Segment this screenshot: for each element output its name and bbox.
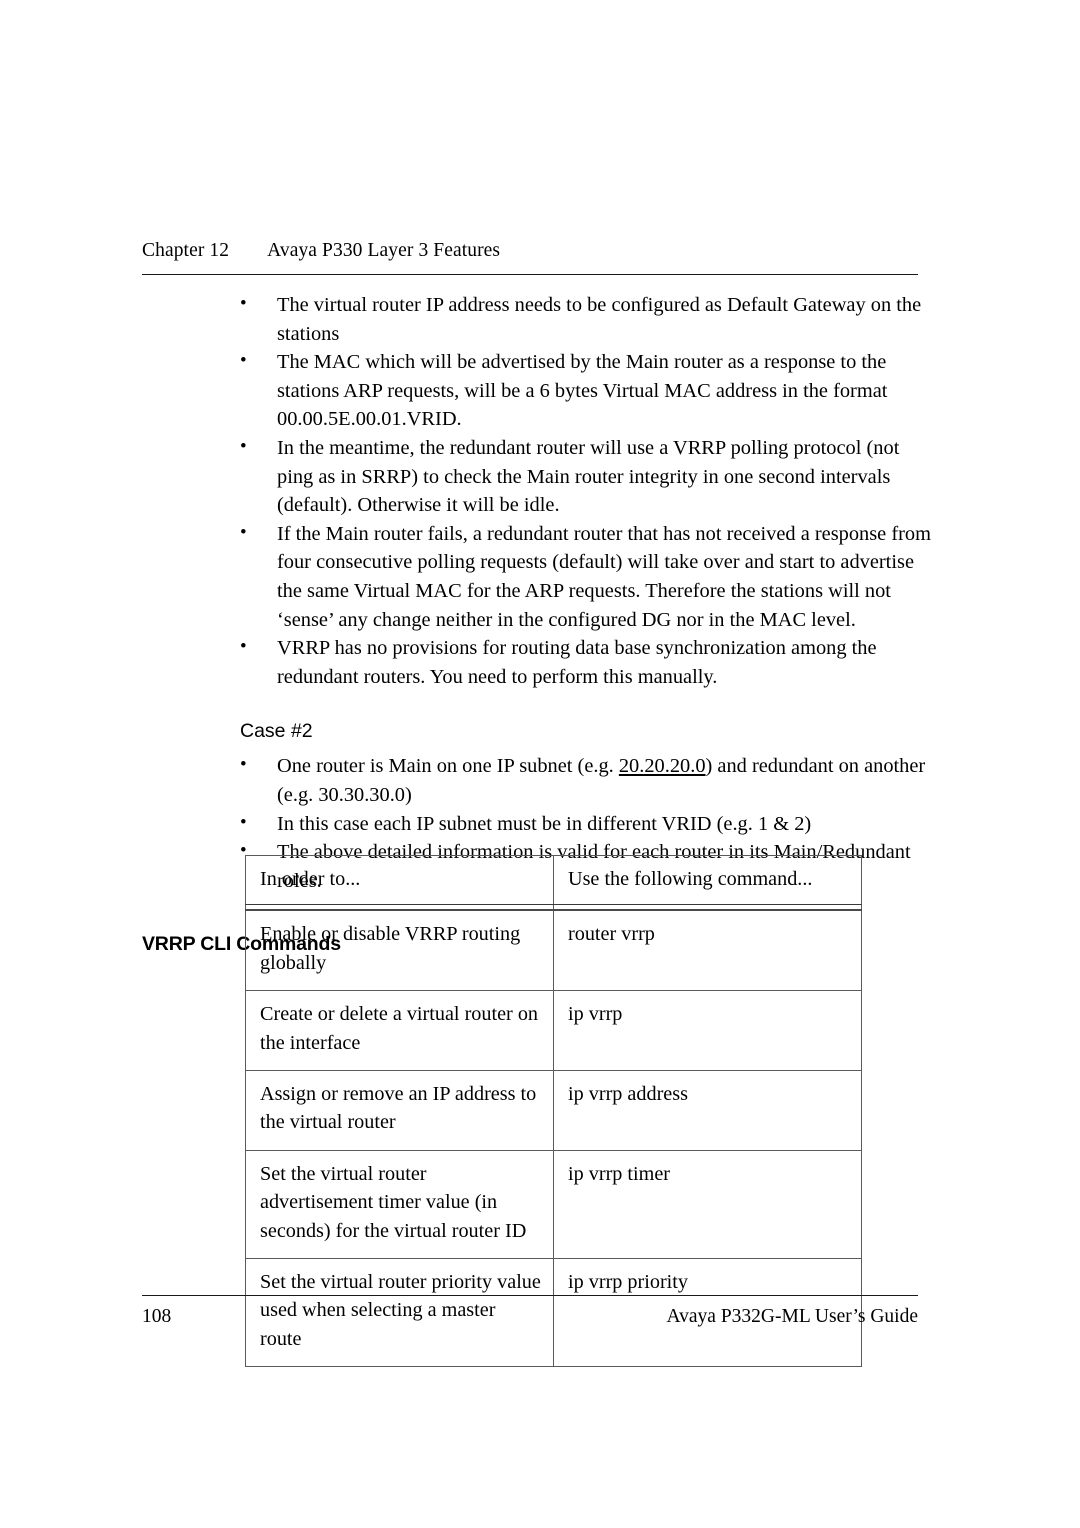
table-cell-command: ip vrrp (553, 990, 862, 1072)
table-cell-description: Create or delete a virtual router on the… (245, 990, 554, 1072)
bullet-list-primary: The virtual router IP address needs to b… (142, 290, 932, 691)
list-item: In this case each IP subnet must be in d… (142, 809, 932, 839)
list-item: In the meantime, the redundant router wi… (142, 433, 932, 520)
case-heading: Case #2 (240, 720, 313, 743)
footer-rule (142, 1295, 918, 1296)
table-cell-command: ip vrrp timer (553, 1150, 862, 1260)
table-column-header: Use the following command... (553, 855, 862, 906)
list-item-text-prefix: One router is Main on one IP subnet (e.g… (277, 755, 619, 778)
page-number: 108 (142, 1306, 172, 1327)
table-header-row: In order to... Use the following command… (245, 855, 862, 906)
chapter-number: Chapter 12 (142, 240, 230, 261)
list-item: The MAC which will be advertised by the … (142, 347, 932, 434)
guide-title: Avaya P332G-ML User’s Guide (666, 1306, 918, 1327)
table-column-header: In order to... (245, 855, 554, 906)
table-row: Enable or disable VRRP routing globally … (245, 910, 862, 992)
header-rule (142, 274, 918, 275)
table-row: Assign or remove an IP address to the vi… (245, 1070, 862, 1151)
chapter-title: Avaya P330 Layer 3 Features (267, 240, 501, 261)
table-row: Set the virtual router advertisement tim… (245, 1150, 862, 1260)
table-cell-description: Set the virtual router advertisement tim… (245, 1150, 554, 1260)
vrrp-cli-commands-table-container: In order to... Use the following command… (245, 855, 862, 1368)
list-item: VRRP has no provisions for routing data … (142, 633, 932, 691)
table-row: Create or delete a virtual router on the… (245, 990, 862, 1072)
list-item: The virtual router IP address needs to b… (142, 290, 932, 348)
running-head: Chapter 12 Avaya P330 Layer 3 Features (142, 240, 918, 262)
list-item: If the Main router fails, a redundant ro… (142, 519, 932, 634)
table-cell-description: Assign or remove an IP address to the vi… (245, 1070, 554, 1151)
table-cell-command: ip vrrp address (553, 1070, 862, 1151)
subnet-address-underlined: 20.20.20.0 (618, 755, 706, 778)
table-cell-command: router vrrp (553, 910, 862, 992)
list-item: One router is Main on one IP subnet (e.g… (142, 751, 932, 809)
table-cell-description: Enable or disable VRRP routing globally (245, 910, 554, 992)
vrrp-cli-commands-table: In order to... Use the following command… (245, 855, 862, 1368)
document-page: Chapter 12 Avaya P330 Layer 3 Features Th… (0, 0, 1080, 1528)
page-footer: 108 Avaya P332G-ML User’s Guide (142, 1303, 918, 1331)
